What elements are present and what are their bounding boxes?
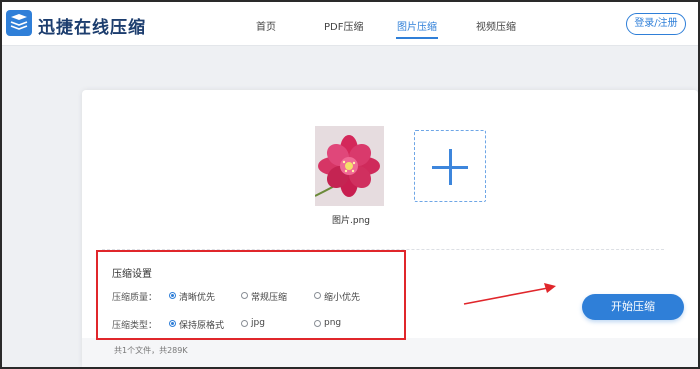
file-summary: 共1个文件，共289K — [114, 346, 188, 355]
page: 迅捷在线压缩 首页 PDF压缩 图片压缩 视频压缩 登录/注册 图片.png 压… — [2, 2, 698, 367]
nav-active-underline — [396, 37, 438, 39]
add-file-button[interactable] — [414, 130, 486, 202]
logo-icon[interactable] — [6, 10, 32, 36]
nav-video-compress[interactable]: 视频压缩 — [476, 18, 516, 33]
brand-name[interactable]: 迅捷在线压缩 — [38, 13, 146, 38]
nav-pdf-compress[interactable]: PDF压缩 — [324, 18, 363, 33]
nav-image-compress[interactable]: 图片压缩 — [397, 18, 437, 33]
image-thumbnail[interactable] — [315, 126, 384, 206]
login-register-button[interactable]: 登录/注册 — [626, 13, 686, 35]
top-navbar: 迅捷在线压缩 首页 PDF压缩 图片压缩 视频压缩 登录/注册 — [2, 2, 698, 46]
file-name-label: 图片.png — [332, 216, 370, 226]
compress-card: 图片.png 压缩设置 压缩质量： 清晰优先 常规压缩 缩小优先 压缩类型： 保… — [82, 90, 698, 367]
annotation-arrow-icon — [463, 283, 556, 305]
settings-highlight-box — [96, 250, 406, 340]
start-compress-button[interactable]: 开始压缩 — [582, 294, 684, 320]
nav-home[interactable]: 首页 — [256, 18, 276, 33]
